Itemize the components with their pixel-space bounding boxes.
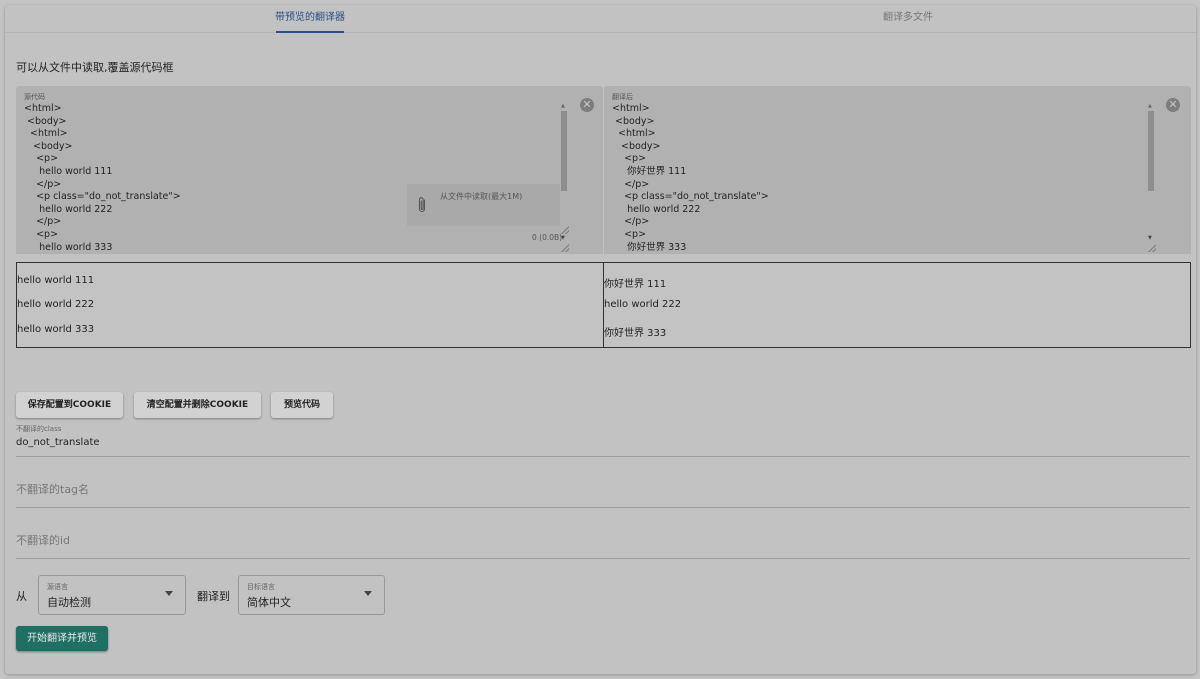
source-resize-handle[interactable] (561, 226, 569, 234)
tab-bar: 带预览的翻译器 翻译多文件 (5, 5, 1196, 33)
translated-preview: 你好世界 111 hello world 222 你好世界 333 (603, 262, 1191, 348)
source-language-label: 源语言 (47, 583, 68, 591)
translated-code-textarea[interactable]: <html> <body> <html> <body> <p> 你好世界 111… (612, 103, 1132, 253)
translated-code-editor[interactable]: 翻译后 <html> <body> <html> <body> <p> 你好世界… (604, 86, 1191, 254)
tab-multi-file[interactable]: 翻译多文件 (855, 5, 961, 33)
source-language-select[interactable]: 源语言 自动检测 (38, 575, 186, 615)
source-code-editor[interactable]: 源代码 <html> <body> <html> <body> <p> hell… (16, 86, 603, 254)
clear-cookie-button[interactable]: 清空配置并删除COOKIE (134, 392, 261, 418)
target-language-select[interactable]: 目标语言 简体中文 (238, 575, 385, 615)
info-note: 可以从文件中读取,覆盖源代码框 (16, 61, 174, 74)
clear-translated-icon[interactable]: ✕ (1166, 98, 1180, 112)
active-tab-indicator (276, 31, 344, 33)
source-language-value: 自动检测 (47, 596, 91, 609)
no-translate-tag-input[interactable]: 不翻译的tag名 (16, 481, 89, 497)
source-preview: hello world 111 hello world 222 hello wo… (16, 262, 604, 348)
file-size-counter: 0 (0.0B) (532, 233, 563, 242)
scroll-up-icon[interactable]: ▲ (561, 103, 565, 109)
preview-line: hello world 333 (17, 324, 95, 335)
dropdown-arrow-icon (165, 591, 173, 596)
no-translate-class-input[interactable]: do_not_translate (16, 437, 100, 448)
save-cookie-button[interactable]: 保存配置到COOKIE (16, 392, 123, 418)
source-code-label: 源代码 (24, 93, 45, 101)
no-translate-class-label: 不翻译的class (16, 425, 62, 433)
no-translate-tag-field[interactable]: 不翻译的tag名 (16, 471, 1190, 508)
preview-line: hello world 111 (17, 275, 95, 286)
preview-line: hello world 222 (604, 299, 682, 310)
no-translate-id-field[interactable]: 不翻译的id (16, 522, 1190, 559)
preview-line: 你好世界 111 (604, 279, 667, 290)
tab-preview-translator[interactable]: 带预览的翻译器 (260, 5, 360, 33)
preview-code-button[interactable]: 预览代码 (271, 392, 333, 418)
source-resize-handle-outer[interactable] (561, 244, 569, 252)
from-label: 从 (16, 590, 27, 603)
file-upload-button[interactable]: 从文件中读取(最大1M) (407, 184, 560, 226)
source-code-textarea[interactable]: <html> <body> <html> <body> <p> hello wo… (24, 103, 544, 253)
dropdown-arrow-icon (364, 591, 372, 596)
to-label: 翻译到 (197, 590, 230, 603)
source-scroll-thumb[interactable] (561, 111, 567, 191)
no-translate-class-field[interactable]: 不翻译的class do_not_translate (16, 424, 1190, 457)
translator-card: 带预览的翻译器 翻译多文件 可以从文件中读取,覆盖源代码框 源代码 <html>… (5, 5, 1196, 674)
translated-code-label: 翻译后 (612, 93, 633, 101)
paperclip-icon (418, 197, 426, 213)
scroll-down-icon[interactable]: ▼ (1148, 235, 1152, 241)
start-translate-button[interactable]: 开始翻译并预览 (16, 626, 108, 651)
clear-source-icon[interactable]: ✕ (580, 98, 594, 112)
target-language-label: 目标语言 (247, 583, 275, 591)
translated-scroll-thumb[interactable] (1148, 111, 1154, 191)
target-language-value: 简体中文 (247, 596, 291, 609)
translated-resize-handle[interactable] (1148, 244, 1156, 252)
scroll-up-icon[interactable]: ▲ (1148, 103, 1152, 109)
preview-line: hello world 222 (17, 299, 95, 310)
no-translate-id-input[interactable]: 不翻译的id (16, 532, 70, 548)
file-upload-label: 从文件中读取(最大1M) (440, 192, 523, 201)
translated-scrollbar[interactable]: ▲ ▼ (1146, 103, 1155, 253)
preview-line: 你好世界 333 (604, 328, 667, 339)
